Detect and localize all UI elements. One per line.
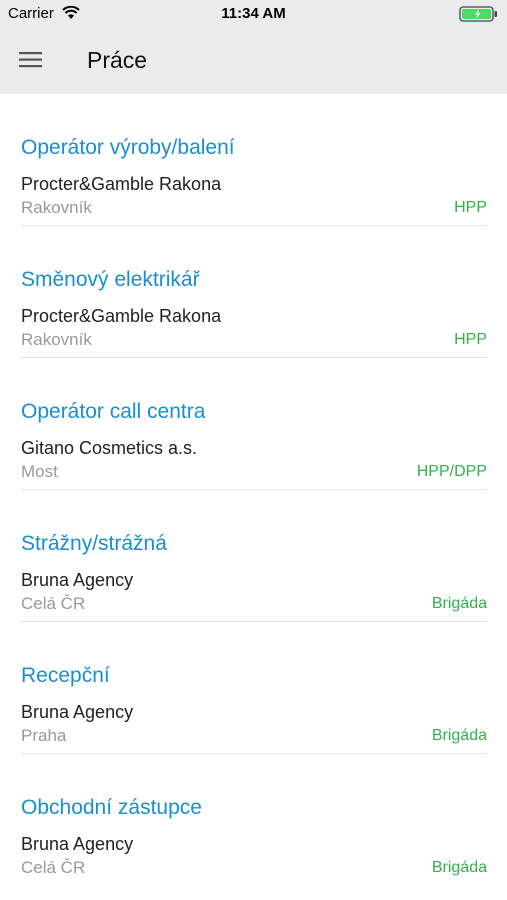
job-title: Operátor výroby/balení: [21, 136, 235, 159]
job-company: Bruna Agency: [21, 570, 134, 590]
job-title: Operátor call centra: [21, 400, 206, 423]
status-bar: Carrier 11:34 AM: [0, 0, 507, 28]
page-title: Práce: [87, 47, 148, 73]
job-company: Bruna Agency: [21, 834, 134, 854]
job-type-badge: HPP: [454, 199, 487, 216]
job-location: Rakovník: [21, 330, 92, 349]
job-location: Celá ČR: [21, 858, 86, 877]
job-list-item[interactable]: Recepční Bruna Agency Praha Brigáda: [21, 622, 487, 754]
battery-icon: [459, 6, 499, 26]
job-type-badge: HPP/DPP: [416, 463, 487, 480]
job-type-badge: HPP: [454, 331, 487, 348]
job-list-item[interactable]: Operátor výroby/balení Procter&Gamble Ra…: [21, 94, 487, 226]
job-title: Obchodní zástupce: [21, 796, 202, 819]
app-header: Práce: [0, 28, 507, 94]
job-type-badge: Brigáda: [431, 859, 487, 876]
job-company: Procter&Gamble Rakona: [21, 174, 222, 194]
job-location: Most: [21, 462, 58, 481]
job-list: Operátor výroby/balení Procter&Gamble Ra…: [0, 94, 507, 885]
job-list-item[interactable]: Strážny/strážná Bruna Agency Celá ČR Bri…: [21, 490, 487, 622]
job-company: Procter&Gamble Rakona: [21, 306, 222, 326]
job-location: Celá ČR: [21, 594, 86, 613]
job-title: Směnový elektrikář: [21, 268, 200, 291]
job-company: Gitano Cosmetics a.s.: [21, 438, 198, 458]
job-title: Recepční: [21, 664, 110, 687]
job-location: Rakovník: [21, 198, 92, 217]
job-title: Strážny/strážná: [21, 532, 167, 555]
job-type-badge: Brigáda: [431, 595, 487, 612]
job-list-item[interactable]: Obchodní zástupce Bruna Agency Celá ČR B…: [21, 754, 487, 885]
job-list-item[interactable]: Směnový elektrikář Procter&Gamble Rakona…: [21, 226, 487, 358]
job-list-item[interactable]: Operátor call centra Gitano Cosmetics a.…: [21, 358, 487, 490]
job-type-badge: Brigáda: [431, 727, 487, 744]
job-location: Praha: [21, 726, 67, 745]
status-time: 11:34 AM: [221, 5, 286, 22]
hamburger-menu-icon[interactable]: [19, 50, 43, 70]
job-company: Bruna Agency: [21, 702, 134, 722]
